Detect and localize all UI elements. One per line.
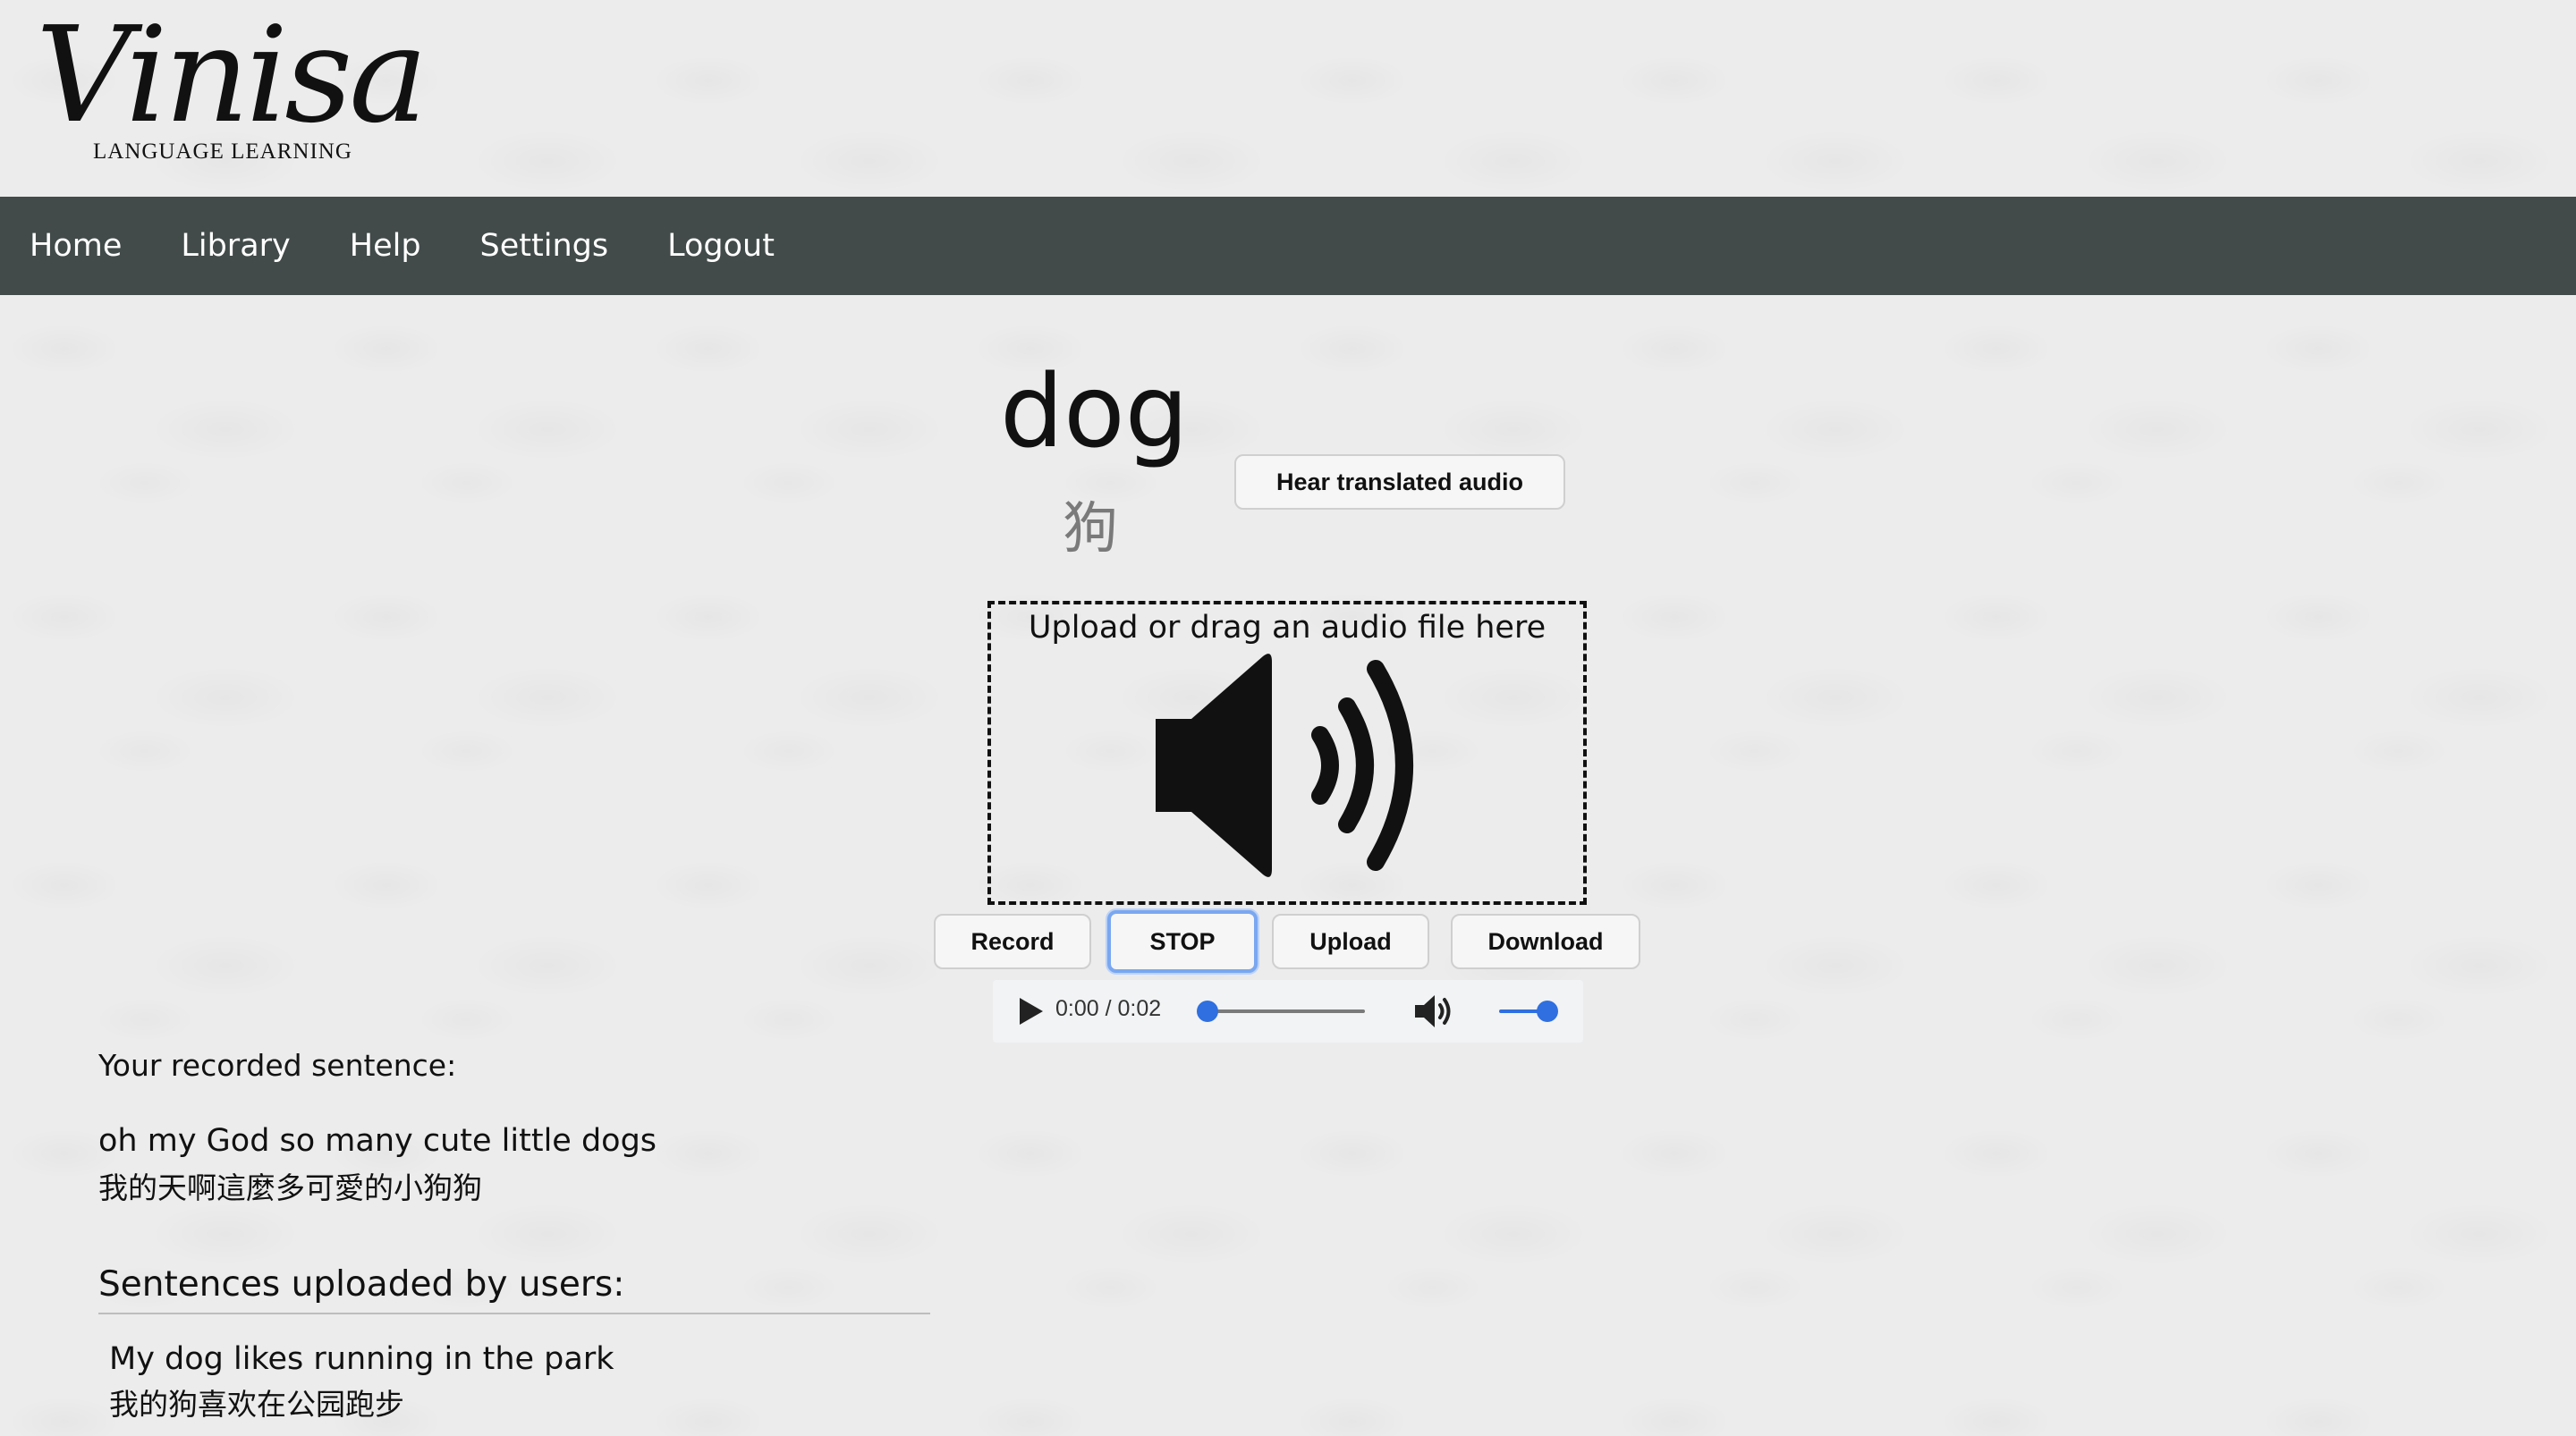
site-header: Vinisa LANGUAGE LEARNING (0, 0, 2576, 197)
word-title: dog (1000, 354, 1189, 470)
uploaded-sentence-item[interactable]: My dog likes running in the park 我的狗喜欢在公… (109, 1341, 614, 1423)
hear-translated-audio-button[interactable]: Hear translated audio (1234, 454, 1565, 510)
audio-player: 0:00 / 0:02 (993, 980, 1583, 1043)
record-button[interactable]: Record (934, 914, 1091, 969)
play-icon[interactable] (1014, 994, 1046, 1028)
volume-slider-thumb[interactable] (1537, 1001, 1558, 1022)
audio-progress-track[interactable] (1204, 1009, 1365, 1013)
uploaded-sentence-english: My dog likes running in the park (109, 1341, 614, 1377)
vinisa-logo[interactable]: Vinisa LANGUAGE LEARNING (36, 9, 428, 179)
nav-settings[interactable]: Settings (480, 228, 609, 264)
audio-progress-thumb[interactable] (1197, 1001, 1218, 1022)
uploaded-sentences-heading: Sentences uploaded by users: (98, 1264, 625, 1305)
logo-subtitle: LANGUAGE LEARNING (93, 139, 352, 164)
word-translation: 狗 (1063, 495, 1119, 561)
nav-home[interactable]: Home (30, 228, 122, 264)
logo-script-text: Vinisa (36, 0, 428, 152)
audio-time: 0:00 / 0:02 (1055, 996, 1162, 1021)
volume-icon[interactable] (1413, 993, 1454, 1030)
recorded-sentence-heading: Your recorded sentence: (98, 1048, 457, 1083)
uploaded-sentence-chinese: 我的狗喜欢在公园跑步 (109, 1387, 404, 1422)
dropzone-label: Upload or drag an audio file here (1028, 610, 1546, 646)
main-navbar: Home Library Help Settings Logout (0, 197, 2576, 295)
upload-button[interactable]: Upload (1272, 914, 1429, 969)
audio-dropzone[interactable]: Upload or drag an audio file here (987, 601, 1587, 905)
recorded-sentence-english: oh my God so many cute little dogs (98, 1123, 657, 1159)
nav-help[interactable]: Help (350, 228, 421, 264)
nav-logout[interactable]: Logout (667, 228, 775, 264)
nav-library[interactable]: Library (181, 228, 290, 264)
recorded-sentence-chinese: 我的天啊這麼多可愛的小狗狗 (98, 1170, 482, 1205)
speaker-icon (1156, 654, 1413, 877)
section-divider (98, 1313, 930, 1314)
download-button[interactable]: Download (1451, 914, 1640, 969)
stop-button[interactable]: STOP (1107, 910, 1258, 973)
